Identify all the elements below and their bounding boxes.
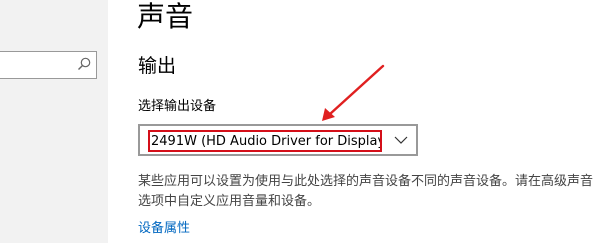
output-device-dropdown[interactable]: 2491W (HD Audio Driver for Display... xyxy=(138,124,418,156)
settings-window: 声音 输出 选择输出设备 2491W (HD Audio Driver for … xyxy=(0,0,600,243)
output-section-heading: 输出 xyxy=(138,55,177,77)
output-device-label: 选择输出设备 xyxy=(138,99,217,114)
selected-device-value: 2491W (HD Audio Driver for Display... xyxy=(151,134,382,149)
device-properties-link[interactable]: 设备属性 xyxy=(138,220,190,237)
highlight-box: 2491W (HD Audio Driver for Display... xyxy=(148,130,382,152)
page-title: 声音 xyxy=(137,0,194,33)
search-icon[interactable] xyxy=(76,56,92,72)
chevron-down-icon xyxy=(394,136,408,144)
sidebar xyxy=(0,0,108,243)
output-description: 某些应用可以设置为使用与此处选择的声音设备不同的声音设备。请在高级声音选项中自定… xyxy=(138,174,594,209)
